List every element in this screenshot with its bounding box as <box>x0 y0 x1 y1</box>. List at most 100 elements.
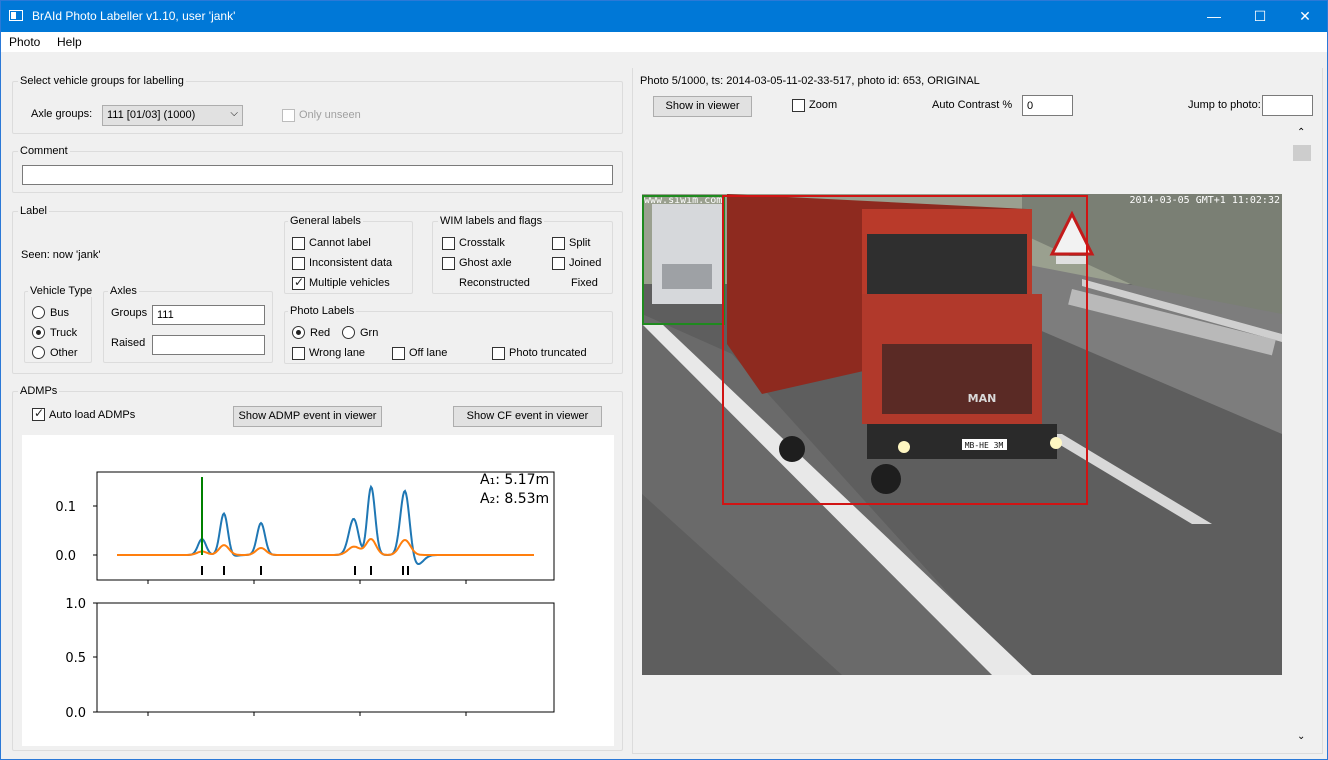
groups-input[interactable] <box>152 305 265 325</box>
jump-to-photo-input[interactable] <box>1262 95 1313 116</box>
show-in-viewer-button[interactable]: Show in viewer <box>653 96 752 117</box>
vehicle-photo[interactable]: MB-HE 3M MAN www.siwim.com 2014-03-05 GM… <box>642 194 1282 675</box>
reconstructed-label: Reconstructed <box>459 277 530 289</box>
admp-plots-svg: 0.1 0.0 A₁: 5.17m A₂: 8.53m 1.0 0.5 0.0 <box>55 471 555 721</box>
scroll-up-icon[interactable]: ⌃ <box>1297 127 1305 138</box>
crosstalk-label: Crosstalk <box>459 237 505 249</box>
raised-label: Raised <box>111 337 146 349</box>
chevron-down-icon: ⌵ <box>230 108 238 119</box>
photo-overlay-right: 2014-03-05 GMT+1 11:02:32 <box>1129 195 1280 206</box>
top-ytick-label-0.0: 0.0 <box>55 549 76 564</box>
photo-truncated-checkbox[interactable] <box>492 347 505 360</box>
multiple-vehicles-checkbox[interactable] <box>292 275 305 290</box>
annotation-a1: A₁: 5.17m <box>480 472 549 488</box>
radio-bus[interactable] <box>32 306 45 319</box>
top-ytick-label-0.1: 0.1 <box>55 500 76 515</box>
multiple-vehicles-text: Multiple vehicles <box>309 277 390 289</box>
jump-to-photo-label: Jump to photo: <box>1188 99 1261 111</box>
fixed-label: Fixed <box>571 277 598 289</box>
bottom-ytick-label-1.0: 1.0 <box>65 597 86 612</box>
bottom-ytick-label-0.0: 0.0 <box>65 706 86 721</box>
front-wheel <box>871 464 901 494</box>
raised-input[interactable] <box>152 335 265 355</box>
only-unseen-label: Only unseen <box>299 109 361 121</box>
auto-contrast-input[interactable] <box>1022 95 1073 116</box>
seen-status: Seen: now 'jank' <box>21 249 101 261</box>
joined-label: Joined <box>569 257 602 269</box>
radio-truck[interactable] <box>32 326 45 339</box>
radio-other-label: Other <box>50 347 78 359</box>
wrong-lane-checkbox[interactable] <box>292 347 305 360</box>
show-cf-button[interactable]: Show CF event in viewer <box>453 406 602 427</box>
headlight-right <box>1050 437 1062 449</box>
admp-plot-area: 0.1 0.0 A₁: 5.17m A₂: 8.53m 1.0 0.5 0.0 <box>22 435 614 746</box>
auto-load-label: Auto load ADMPs <box>49 409 136 421</box>
radio-red[interactable] <box>292 326 305 339</box>
groups-label: Groups <box>111 307 148 319</box>
split-label: Split <box>569 237 591 249</box>
bottom-plot-frame <box>96 602 555 713</box>
inconsistent-data-checkbox[interactable] <box>292 257 305 270</box>
radio-bus-label: Bus <box>50 307 69 319</box>
windscreen <box>867 234 1027 294</box>
axle-groups-value: 111 [01/03] (1000) <box>107 109 196 121</box>
ghost-axle-label: Ghost axle <box>459 257 512 269</box>
cannot-label-checkbox[interactable] <box>292 237 305 250</box>
cannot-label-text: Cannot label <box>309 237 371 249</box>
general-labels-title: General labels <box>288 215 363 227</box>
axle-groups-label: Axle groups: <box>31 108 93 120</box>
zoom-checkbox[interactable] <box>792 99 805 112</box>
scroll-thumb[interactable] <box>1293 145 1311 161</box>
minimize-button[interactable]: — <box>1191 1 1237 32</box>
admps-title: ADMPs <box>18 385 60 397</box>
menu-help[interactable]: Help <box>57 35 82 49</box>
photo-labels-title: Photo Labels <box>288 305 357 317</box>
wim-labels-title: WIM labels and flags <box>438 215 545 227</box>
comment-input[interactable] <box>22 165 613 185</box>
title-bar: BrAId Photo Labeller v1.10, user 'jank' … <box>1 1 1327 32</box>
radio-grn[interactable] <box>342 326 355 339</box>
brand-logo: MAN <box>968 392 997 405</box>
rear-wheel <box>779 436 805 462</box>
annotation-a2: A₂: 8.53m <box>480 491 549 507</box>
white-truck-grille <box>662 264 712 289</box>
off-lane-checkbox[interactable] <box>392 347 405 360</box>
radio-red-label: Red <box>310 327 331 339</box>
photo-truncated-label: Photo truncated <box>509 347 587 359</box>
menu-photo[interactable]: Photo <box>9 35 40 49</box>
scroll-down-icon[interactable]: ⌄ <box>1297 731 1305 742</box>
top-plot-frame <box>96 471 555 581</box>
menu-bar: Photo Help <box>1 32 1327 52</box>
radio-grn-label: Grn <box>360 327 379 339</box>
vehicle-type-title: Vehicle Type <box>28 285 95 297</box>
only-unseen-checkbox[interactable] <box>282 109 295 122</box>
label-title: Label <box>18 205 49 217</box>
axles-title: Axles <box>108 285 139 297</box>
show-admp-button[interactable]: Show ADMP event in viewer <box>233 406 382 427</box>
app-window: BrAId Photo Labeller v1.10, user 'jank' … <box>0 0 1328 760</box>
app-icon <box>9 10 23 21</box>
split-checkbox[interactable] <box>552 237 565 250</box>
headlight-left <box>898 441 910 453</box>
close-button[interactable]: ✕ <box>1282 1 1328 32</box>
joined-checkbox[interactable] <box>552 257 565 270</box>
crosstalk-checkbox[interactable] <box>442 237 455 250</box>
ghost-axle-checkbox[interactable] <box>442 257 455 270</box>
photo-scrollbar[interactable]: ⌃ ⌄ <box>1292 127 1312 749</box>
radio-other[interactable] <box>32 346 45 359</box>
vehicle-groups-title: Select vehicle groups for labelling <box>18 75 186 87</box>
off-lane-label: Off lane <box>409 347 448 359</box>
window-title: BrAId Photo Labeller v1.10, user 'jank' <box>32 9 236 23</box>
auto-contrast-label: Auto Contrast % <box>932 99 1013 111</box>
inconsistent-data-text: Inconsistent data <box>309 257 393 269</box>
photo-header: Photo 5/1000, ts: 2014-03-05-11-02-33-51… <box>640 75 980 87</box>
bottom-ytick-label-0.5: 0.5 <box>65 651 86 666</box>
axle-groups-select[interactable]: 111 [01/03] (1000) ⌵ <box>102 105 243 126</box>
road-sign-plate <box>1056 256 1086 264</box>
maximize-button[interactable]: ☐ <box>1237 1 1283 32</box>
auto-load-checkbox[interactable] <box>32 406 45 421</box>
radio-truck-label: Truck <box>50 327 78 339</box>
photo-svg: MB-HE 3M MAN www.siwim.com 2014-03-05 GM… <box>642 194 1282 675</box>
comment-title: Comment <box>18 145 70 157</box>
zoom-label: Zoom <box>809 99 838 111</box>
